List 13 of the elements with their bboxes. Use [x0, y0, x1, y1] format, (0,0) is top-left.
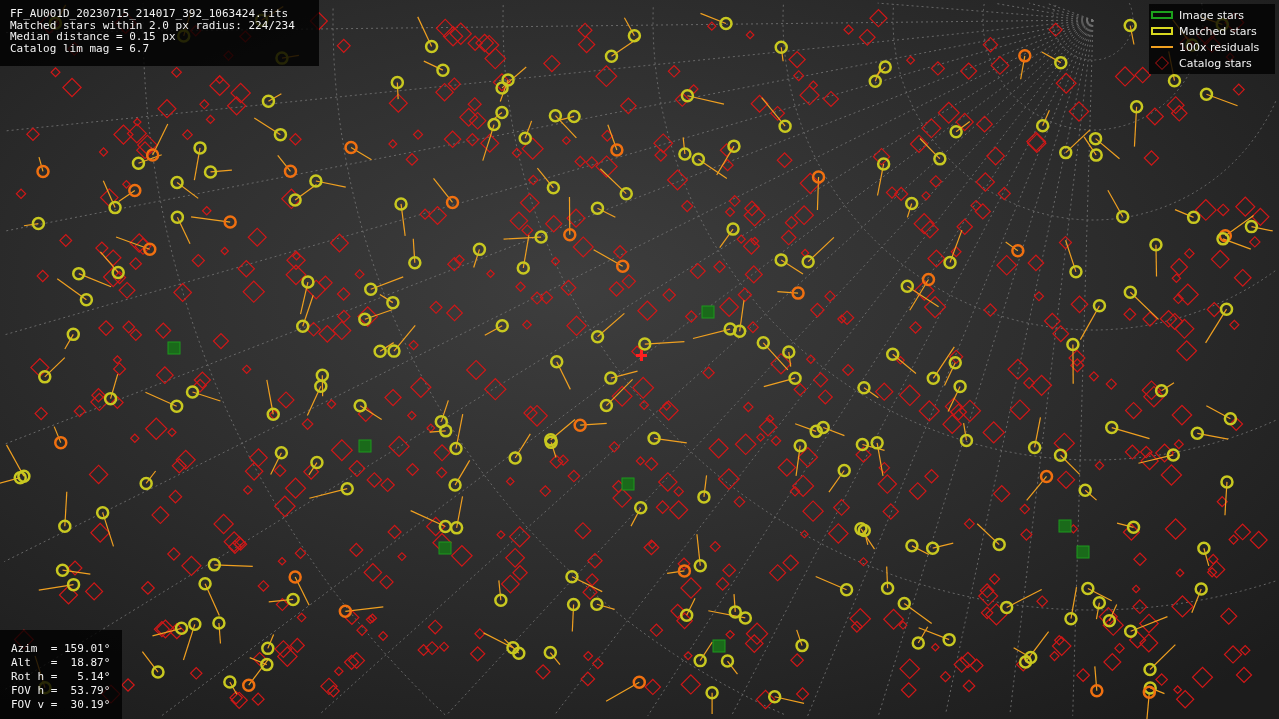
pointing-text: Alt = 18.87°	[11, 656, 112, 670]
pointing-text: Rot h = 5.14°	[11, 670, 112, 684]
pointing-text: FOV h = 53.79°	[11, 684, 112, 698]
info-text: Catalog lim mag = 6.7	[10, 42, 151, 54]
info-text: Median distance = 0.15 px	[10, 31, 176, 43]
legend-label: 100x residuals	[1179, 40, 1260, 54]
info-text: Matched stars within 2.0 px radius: 224/234	[10, 19, 296, 31]
pointing-text: Azim = 159.01°	[11, 642, 112, 656]
legend-label: Catalog stars	[1179, 56, 1252, 70]
info-text: FF_AU001D_20230715_214017_392_1063424.fits	[10, 8, 290, 20]
legend-label: Image stars	[1179, 8, 1244, 22]
pointing-text: FOV v = 30.19°	[11, 698, 112, 712]
legend-label: Matched stars	[1179, 24, 1257, 38]
